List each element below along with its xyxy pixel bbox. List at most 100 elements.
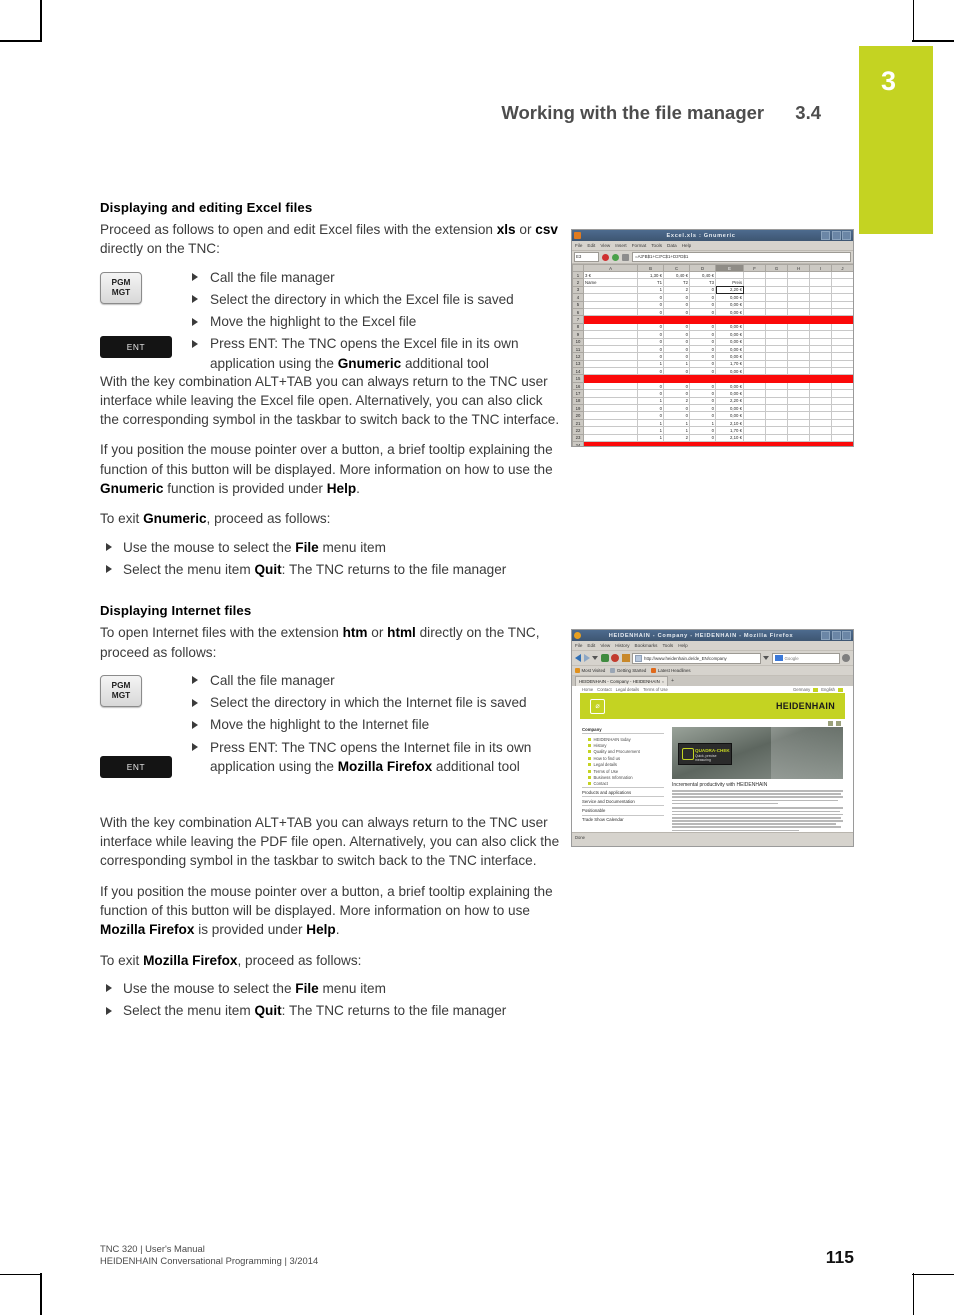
cell-c[interactable]: 0	[663, 352, 690, 361]
cell-c[interactable]: 0	[663, 367, 690, 376]
cell-empty[interactable]	[854, 331, 855, 338]
cell-empty[interactable]	[809, 440, 832, 446]
name-box[interactable]: E3	[574, 252, 599, 262]
cell-empty[interactable]	[787, 307, 810, 317]
cell-d[interactable]: 0	[689, 426, 716, 435]
cell-empty[interactable]	[743, 322, 766, 332]
spreadsheet-row[interactable]: 8 0 0 0 0,00 €	[572, 322, 853, 332]
bookmark-most-visited[interactable]: Most Visited	[575, 668, 605, 673]
spreadsheet-row[interactable]: 5 0 0 0 0,00 €	[572, 300, 853, 309]
cell-empty[interactable]	[743, 404, 766, 413]
menu-file[interactable]: File	[575, 243, 582, 248]
gnumeric-grid[interactable]: A B C D E F G H I J K 13 €1,30 €0,40 €0,…	[572, 264, 855, 446]
cell-e[interactable]: 0,00 €	[715, 367, 744, 376]
cell-d[interactable]: 0	[689, 440, 716, 446]
cell-empty[interactable]	[765, 374, 788, 383]
cell-b[interactable]: 0	[637, 389, 664, 398]
cell-empty[interactable]	[743, 411, 766, 420]
cell-empty[interactable]	[831, 315, 853, 324]
cell-a[interactable]	[583, 418, 638, 428]
cell-empty[interactable]	[854, 286, 855, 293]
row-header[interactable]: 7	[572, 315, 584, 324]
cell-empty[interactable]	[854, 382, 855, 389]
cell-e[interactable]: 0,00 €	[715, 389, 744, 398]
cell-a[interactable]	[583, 404, 638, 413]
cell-d[interactable]: T3	[689, 278, 716, 287]
cell-empty[interactable]	[854, 272, 855, 279]
cell-empty[interactable]	[765, 285, 788, 295]
cell-d[interactable]: 0	[689, 330, 716, 339]
cell-d[interactable]: 0,40 €	[689, 270, 716, 280]
row-header[interactable]: 3	[572, 285, 584, 295]
spreadsheet-row[interactable]: 13 1 1 0 1,70 €	[572, 359, 853, 369]
url-dropdown-icon[interactable]	[763, 656, 769, 660]
cell-e[interactable]: 0,00 €	[715, 381, 744, 391]
row-header[interactable]: 13	[572, 359, 584, 369]
cell-b[interactable]: 1	[637, 418, 664, 428]
cell-empty[interactable]	[831, 293, 853, 302]
cell-empty[interactable]	[854, 308, 855, 315]
cell-e[interactable]: 0,00 €	[715, 330, 744, 339]
cell-empty[interactable]	[765, 426, 788, 435]
cell-e[interactable]: 1,70 €	[715, 359, 744, 369]
maximize-icon[interactable]	[831, 231, 841, 240]
cell-empty[interactable]	[831, 270, 853, 280]
cell-a[interactable]	[583, 307, 638, 317]
close-icon[interactable]	[842, 231, 851, 240]
cell-c[interactable]: 2	[663, 315, 690, 324]
window-buttons[interactable]	[821, 631, 851, 640]
cell-empty[interactable]	[809, 270, 832, 280]
sidebar-groups[interactable]: Products and applications Service and Doc…	[582, 787, 664, 824]
menu-bookmarks[interactable]: Bookmarks	[635, 643, 658, 648]
cell-e[interactable]: 2,20 €	[715, 374, 744, 383]
cell-empty[interactable]	[787, 367, 810, 376]
mail-icon[interactable]	[836, 721, 841, 726]
cell-empty[interactable]	[854, 427, 855, 434]
row-header[interactable]: 8	[572, 322, 584, 332]
col-header-e[interactable]: E	[715, 264, 744, 272]
spreadsheet-row[interactable]: 6 0 0 0 0,00 €	[572, 307, 855, 317]
cell-empty[interactable]	[743, 352, 766, 361]
cell-empty[interactable]	[809, 322, 832, 332]
cell-a[interactable]	[583, 322, 638, 332]
cell-empty[interactable]	[743, 418, 766, 428]
cell-empty[interactable]	[854, 397, 855, 404]
menu-tools[interactable]: Tools	[651, 243, 662, 248]
cell-a[interactable]	[583, 315, 638, 324]
cell-e[interactable]: 2,20 €	[715, 440, 744, 446]
cell-empty[interactable]	[831, 440, 853, 446]
site-sidebar[interactable]: Company HEIDENHAIN today History Quality a…	[582, 727, 664, 832]
cell-c[interactable]: 2	[663, 285, 690, 295]
cell-a[interactable]	[583, 359, 638, 369]
cell-a[interactable]	[583, 433, 638, 443]
menu-view[interactable]: View	[600, 643, 610, 648]
cell-empty[interactable]	[854, 294, 855, 301]
cell-empty[interactable]	[831, 374, 853, 383]
breadcrumb[interactable]: Home Contact Legal details Terms of Use	[582, 687, 668, 692]
spreadsheet-row[interactable]: 14 0 0 0 0,00 €	[572, 367, 853, 376]
cell-empty[interactable]	[787, 330, 810, 339]
cell-a[interactable]	[583, 344, 638, 354]
col-header-g[interactable]: G	[765, 264, 788, 272]
row-header[interactable]: 10	[572, 337, 584, 346]
firefox-menubar[interactable]: File Edit View History Bookmarks Tools H…	[572, 641, 853, 651]
cell-empty[interactable]	[765, 315, 788, 324]
spreadsheet-row[interactable]: 19 0 0 0 0,00 €	[572, 404, 853, 413]
spreadsheet-row[interactable]: 20 0 0 0 0,00 €	[572, 411, 853, 420]
cell-e[interactable]: 2,20 €	[715, 315, 744, 324]
cell-b[interactable]: T1	[637, 278, 664, 287]
menu-help[interactable]: Help	[682, 243, 691, 248]
cell-empty[interactable]	[854, 419, 855, 426]
spreadsheet-row[interactable]: 12 0 0 0 0,00 €	[572, 352, 853, 361]
cell-empty[interactable]	[765, 396, 788, 406]
cell-a[interactable]	[583, 337, 638, 346]
cell-empty[interactable]	[831, 389, 853, 398]
row-header[interactable]: 17	[572, 389, 584, 398]
minimize-icon[interactable]	[821, 631, 830, 640]
cell-empty[interactable]	[765, 404, 788, 413]
cell-empty[interactable]	[743, 367, 766, 376]
cancel-icon[interactable]	[602, 253, 609, 261]
cell-b[interactable]: 1,30 €	[637, 270, 664, 280]
cell-d[interactable]: 0	[689, 300, 716, 309]
cell-a[interactable]	[583, 285, 638, 295]
